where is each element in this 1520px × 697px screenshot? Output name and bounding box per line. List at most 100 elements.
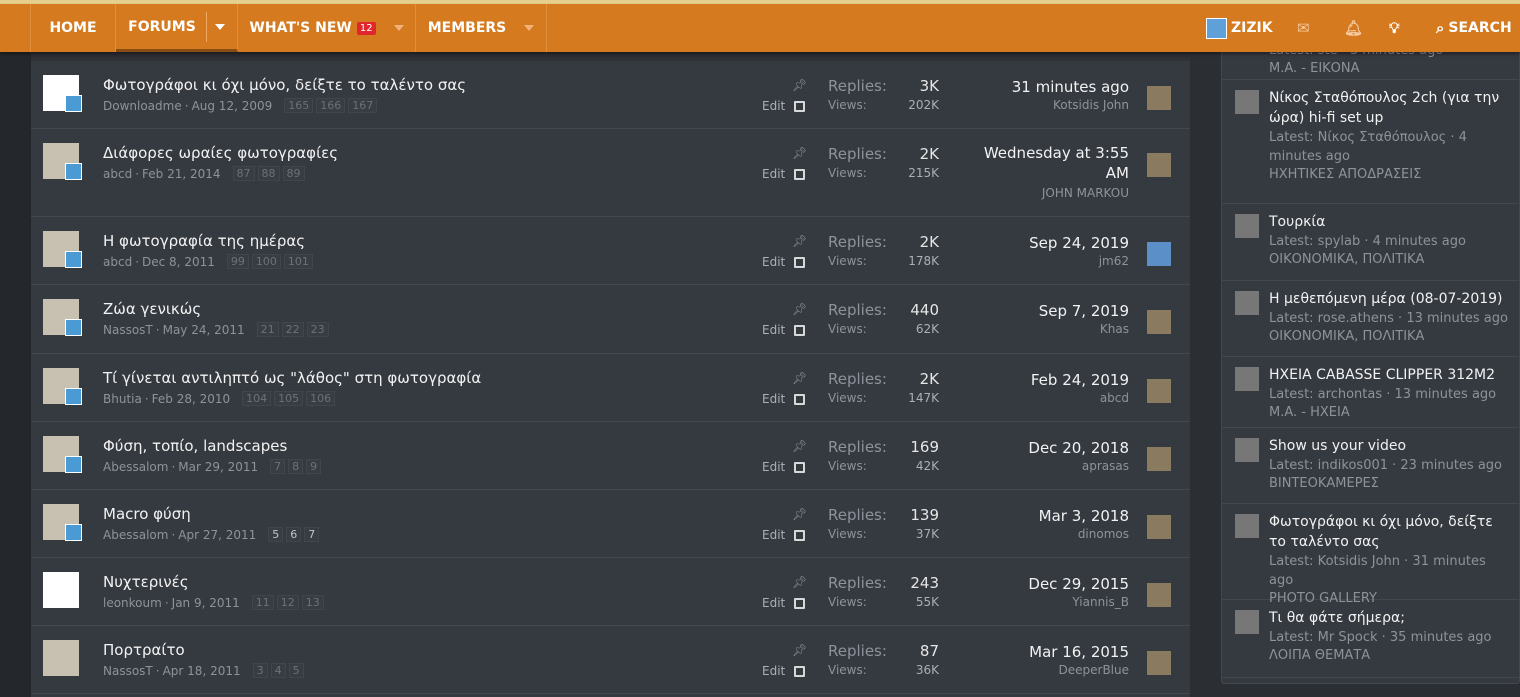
last-poster-avatar[interactable] (1147, 86, 1171, 110)
thread-title[interactable]: Νυχτερινές (103, 573, 189, 591)
edit-checkbox-group[interactable]: Edit (762, 528, 806, 542)
select-checkbox[interactable] (794, 393, 806, 405)
latest-post-item[interactable]: Φωτογράφοι κι όχι μόνο, δείξτε το ταλέντ… (1222, 504, 1519, 606)
page-link[interactable]: 23 (306, 322, 329, 337)
search-button[interactable]: ⌕ SEARCH (1436, 4, 1512, 52)
page-link[interactable]: 100 (251, 254, 281, 269)
bell-icon[interactable]: 🔔︎ (1344, 4, 1363, 52)
page-link[interactable]: 105 (274, 391, 304, 406)
thread-title[interactable]: Τί γίνεται αντιληπτό ως "λάθος" στη φωτο… (103, 369, 481, 387)
latest-post-forum[interactable]: ΟΙΚΟΝΟΜΙΚΑ, ΠΟΛΙΤΙΚΑ (1269, 251, 1509, 269)
poster-avatar[interactable] (1235, 367, 1259, 391)
edit-checkbox-group[interactable]: Edit (762, 460, 806, 474)
page-link[interactable]: 104 (242, 391, 272, 406)
poster-avatar[interactable] (1235, 90, 1259, 114)
last-poster-avatar[interactable] (1147, 153, 1171, 177)
edit-checkbox-group[interactable]: Edit (762, 167, 806, 181)
edit-label[interactable]: Edit (762, 167, 785, 181)
last-post-user[interactable]: abcd (1100, 391, 1129, 405)
thread-author[interactable]: abcd (103, 255, 132, 269)
latest-post-forum[interactable]: ΛΟΙΠΑ ΘΕΜΑΤΑ (1269, 647, 1509, 665)
edit-checkbox-group[interactable]: Edit (762, 255, 806, 269)
last-post-date[interactable]: Sep 7, 2019 (959, 301, 1129, 321)
page-link[interactable]: 12 (276, 595, 299, 610)
thread-author[interactable]: abcd (103, 167, 132, 181)
last-post-user[interactable]: DeeperBlue (1059, 663, 1130, 677)
last-post-date[interactable]: Feb 24, 2019 (959, 370, 1129, 390)
last-post-date[interactable]: Sep 24, 2019 (959, 233, 1129, 253)
page-link[interactable]: 6 (286, 527, 302, 542)
latest-post-item[interactable]: Show us your video Latest: indikos001 · … (1222, 428, 1519, 504)
latest-post-title[interactable]: Φωτογράφοι κι όχι μόνο, δείξτε το ταλέντ… (1269, 512, 1509, 552)
page-link[interactable]: 89 (282, 166, 305, 181)
page-link[interactable]: 167 (348, 98, 378, 113)
page-link[interactable]: 11 (251, 595, 274, 610)
last-poster-avatar[interactable] (1147, 310, 1171, 334)
latest-post-forum[interactable]: ΗΧΗΤΙΚΕΣ ΑΠΟΔΡΑΣΕΙΣ (1269, 166, 1509, 184)
last-post-user[interactable]: aprasas (1082, 459, 1129, 473)
last-post-user[interactable]: dinomos (1078, 527, 1129, 541)
latest-post-item[interactable]: Η μεθεπόμενη μέρα (08-07-2019) Latest: r… (1222, 281, 1519, 357)
latest-post-forum[interactable]: M.A. - ΕΙΚΟΝΑ (1269, 60, 1509, 78)
author-avatar[interactable] (43, 640, 79, 676)
page-link[interactable]: 5 (268, 527, 284, 542)
nav-forums[interactable]: FORUMS (116, 4, 238, 52)
poster-avatar[interactable] (1235, 514, 1259, 538)
page-link[interactable]: 4 (270, 663, 286, 678)
select-checkbox[interactable] (794, 100, 806, 112)
latest-post-item[interactable]: Νίκος Σταθόπουλος 2ch (για την ώρα) hi-f… (1222, 80, 1519, 204)
last-post-user[interactable]: JOHN MARKOU (1042, 186, 1129, 200)
latest-post-item[interactable]: Τουρκία Latest: spylab · 4 minutes ago Ο… (1222, 204, 1519, 281)
select-checkbox[interactable] (794, 597, 806, 609)
thread-author[interactable]: Abessalom (103, 528, 168, 542)
thread-title[interactable]: Η φωτογραφία της ημέρας (103, 232, 305, 250)
last-post-date[interactable]: Mar 3, 2018 (959, 506, 1129, 526)
page-link[interactable]: 87 (232, 166, 255, 181)
user-menu[interactable]: ZIZIK (1206, 4, 1273, 52)
select-checkbox[interactable] (794, 168, 806, 180)
select-checkbox[interactable] (794, 529, 806, 541)
page-link[interactable]: 99 (226, 254, 249, 269)
latest-post-item[interactable]: Τι θα φάτε σήμερα; Latest: Mr Spock · 35… (1222, 600, 1519, 678)
thread-author[interactable]: Abessalom (103, 460, 168, 474)
last-poster-avatar[interactable] (1147, 447, 1171, 471)
last-poster-avatar[interactable] (1147, 379, 1171, 403)
last-post-date[interactable]: Wednesday at 3:55 AM (969, 143, 1129, 183)
last-post-date[interactable]: 31 minutes ago (959, 77, 1129, 97)
page-link[interactable]: 166 (316, 98, 346, 113)
last-post-date[interactable]: Dec 29, 2015 (959, 574, 1129, 594)
edit-label[interactable]: Edit (762, 99, 785, 113)
latest-post-title[interactable]: Τι θα φάτε σήμερα; (1269, 608, 1509, 628)
latest-post-title[interactable]: Νίκος Σταθόπουλος 2ch (για την ώρα) hi-f… (1269, 88, 1509, 128)
page-link[interactable]: 5 (288, 663, 304, 678)
envelope-icon[interactable]: ✉ (1297, 4, 1310, 52)
page-link[interactable]: 165 (284, 98, 314, 113)
poster-avatar[interactable] (1235, 438, 1259, 462)
nav-whats-new[interactable]: WHAT'S NEW 12 (238, 4, 416, 52)
page-link[interactable]: 106 (306, 391, 336, 406)
edit-label[interactable]: Edit (762, 323, 785, 337)
chevron-down-icon[interactable] (524, 25, 535, 31)
page-link[interactable]: 13 (301, 595, 324, 610)
nav-members[interactable]: MEMBERS (416, 4, 547, 52)
edit-label[interactable]: Edit (762, 255, 785, 269)
thread-author[interactable]: NassosT (103, 664, 153, 678)
select-checkbox[interactable] (794, 256, 806, 268)
lightbulb-icon[interactable]: 💡︎ (1389, 4, 1400, 52)
latest-post-title[interactable]: ΗΧΕΙΑ CABASSE CLIPPER 312M2 (1269, 365, 1509, 385)
page-link[interactable]: 9 (306, 459, 322, 474)
thread-author[interactable]: Downloadme (103, 99, 182, 113)
edit-checkbox-group[interactable]: Edit (762, 323, 806, 337)
last-post-date[interactable]: Mar 16, 2015 (959, 642, 1129, 662)
page-link[interactable]: 7 (270, 459, 286, 474)
thread-title[interactable]: Πορτραίτο (103, 641, 185, 659)
edit-checkbox-group[interactable]: Edit (762, 99, 806, 113)
last-post-date[interactable]: Dec 20, 2018 (959, 438, 1129, 458)
thread-title[interactable]: Φωτογράφοι κι όχι μόνο, δείξτε το ταλέντ… (103, 76, 466, 94)
select-checkbox[interactable] (794, 324, 806, 336)
last-post-user[interactable]: Kotsidis John (1053, 98, 1129, 112)
latest-post-forum[interactable]: ΒΙΝΤΕΟΚΑΜΕΡΕΣ (1269, 475, 1509, 493)
chevron-down-icon[interactable] (393, 25, 404, 31)
poster-avatar[interactable] (1235, 610, 1259, 634)
last-poster-avatar[interactable] (1147, 583, 1171, 607)
